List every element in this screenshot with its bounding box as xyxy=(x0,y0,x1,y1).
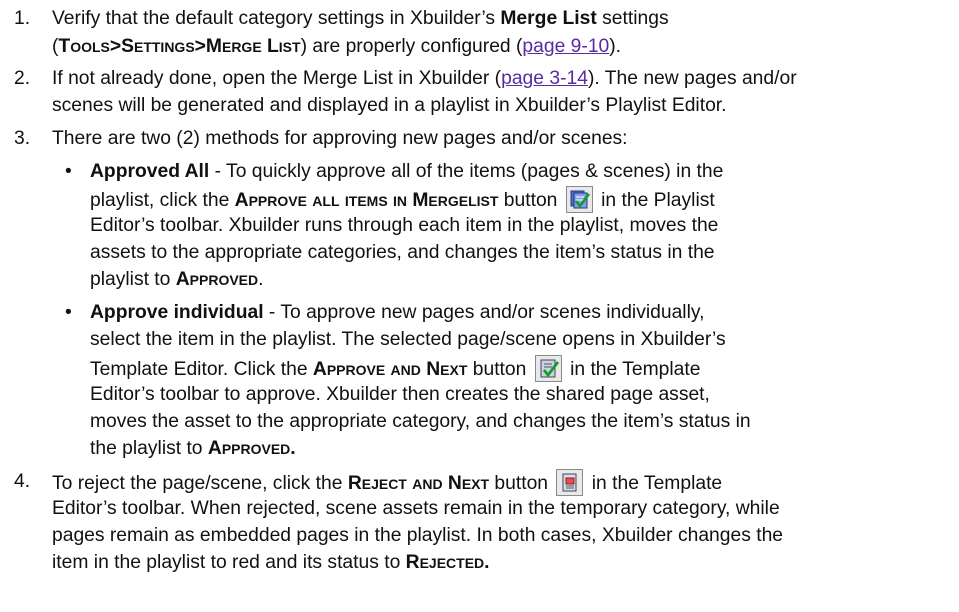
approve-all-command: Approve all items in Mergelist xyxy=(234,190,499,211)
approved-all-term: Approved All xyxy=(90,161,210,182)
bullet-b-line-4: Editor’s toolbar to approve. Xbuilder th… xyxy=(90,384,710,405)
step-4-text-tail: in the Template xyxy=(586,473,723,494)
step-4-line-3: pages remain as embedded pages in the pl… xyxy=(52,525,784,546)
rejected-status: Rejected. xyxy=(405,552,490,573)
button-word: button xyxy=(498,190,563,211)
approved-status: Approved xyxy=(175,269,259,290)
step-4-line-2: Editor’s toolbar. When rejected, scene a… xyxy=(52,498,780,519)
bullet-a-text: - To quickly approve all of the items (p… xyxy=(209,161,724,182)
page-9-10-link[interactable]: page 9-10 xyxy=(522,36,609,57)
step-4-number: 4. xyxy=(14,471,31,492)
step-1-line-1: Verify that the default category setting… xyxy=(52,6,669,32)
step-3-line-1: There are two (2) methods for approving … xyxy=(52,128,628,149)
approve-all-mergelist-icon xyxy=(565,186,593,213)
bullet-a-line-5: playlist to Approved. xyxy=(90,267,263,293)
step-2-number: 2. xyxy=(14,68,31,89)
step-4-text: To reject the page/scene, click the xyxy=(52,473,348,494)
paren-close: ). xyxy=(609,36,622,57)
period: . xyxy=(258,269,264,290)
step-1-mid: ) are properly configured ( xyxy=(300,36,523,57)
bullet-a-text-2: playlist, click the xyxy=(90,190,235,211)
approve-individual-term: Approve individual xyxy=(90,302,264,323)
button-word: button xyxy=(467,359,532,380)
bullet-b-text-3-tail: in the Template xyxy=(564,359,701,380)
step-4-text-4: item in the playlist to red and its stat… xyxy=(52,552,406,573)
bullet-b-text-3: Template Editor. Click the xyxy=(90,359,313,380)
bullet-a-text-2-tail: in the Playlist xyxy=(595,190,715,211)
bullet-b-line-6: the playlist to Approved. xyxy=(90,436,296,462)
step-1-number: 1. xyxy=(14,8,31,29)
button-word: button xyxy=(489,473,554,494)
page-3-14-link[interactable]: page 3-14 xyxy=(501,68,588,89)
step-2-text: If not already done, open the Merge List… xyxy=(52,68,502,89)
step-2-line-1: If not already done, open the Merge List… xyxy=(52,66,797,92)
step-4-line-1: To reject the page/scene, click the Reje… xyxy=(52,469,722,497)
bullet-a-text-5: playlist to xyxy=(90,269,176,290)
approve-and-next-icon xyxy=(534,355,562,382)
merge-list-term: Merge List xyxy=(500,8,597,29)
bullet-b-line-1: Approve individual - To approve new page… xyxy=(90,300,704,326)
step-1-text: Verify that the default category setting… xyxy=(52,8,501,29)
reject-and-next-command: Reject and Next xyxy=(347,473,490,494)
approved-status: Approved. xyxy=(207,438,296,459)
bullet-b-line-3: Template Editor. Click the Approve and N… xyxy=(90,355,701,383)
step-1-line-2: (Tools>Settings>Merge List) are properly… xyxy=(52,34,621,60)
bullet-b-line-5: moves the asset to the appropriate categ… xyxy=(90,411,751,432)
bullet-approved-all: • xyxy=(65,161,72,182)
bullet-b-text: - To approve new pages and/or scenes ind… xyxy=(263,302,705,323)
bullet-approve-individual: • xyxy=(65,302,72,323)
menu-path: Tools>Settings>Merge List xyxy=(58,36,301,57)
step-4-line-4: item in the playlist to red and its stat… xyxy=(52,550,490,576)
bullet-a-line-4: assets to the appropriate categories, an… xyxy=(90,242,715,263)
step-1-text-tail: settings xyxy=(596,8,669,29)
bullet-a-line-1: Approved All - To quickly approve all of… xyxy=(90,159,723,185)
bullet-a-line-3: Editor’s toolbar. Xbuilder runs through … xyxy=(90,215,719,236)
bullet-b-text-6: the playlist to xyxy=(90,438,208,459)
bullet-a-line-2: playlist, click the Approve all items in… xyxy=(90,186,715,214)
bullet-b-line-2: select the item in the playlist. The sel… xyxy=(90,329,726,350)
step-2-line-2: scenes will be generated and displayed i… xyxy=(52,95,727,116)
step-3-number: 3. xyxy=(14,128,31,149)
approve-and-next-command: Approve and Next xyxy=(312,359,468,380)
step-2-text-tail: ). The new pages and/or xyxy=(587,68,797,89)
reject-and-next-icon xyxy=(556,469,584,496)
